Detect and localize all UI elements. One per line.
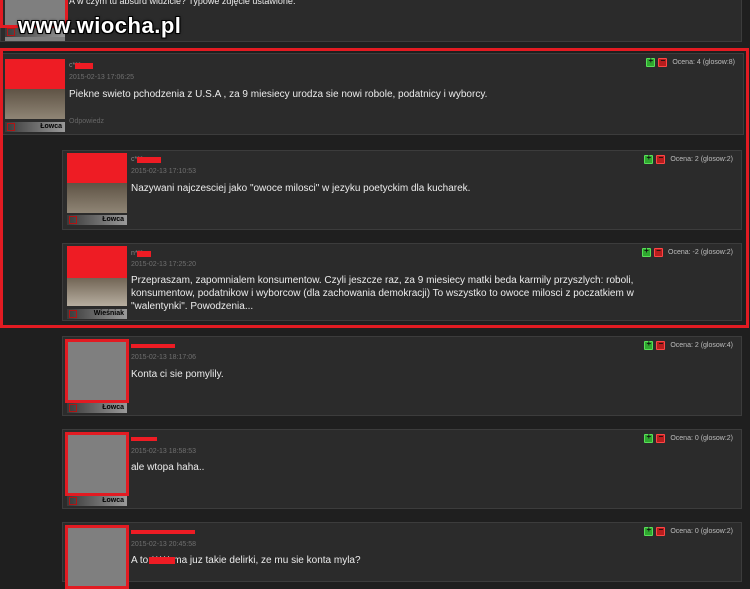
rank-badge: Łowca bbox=[67, 403, 127, 413]
comment-date: 2015-02-13 17:25:20 bbox=[131, 261, 196, 268]
author-redaction bbox=[75, 63, 93, 69]
avatar-frame-highlight bbox=[65, 339, 129, 403]
rank-badge: Łowca bbox=[5, 122, 65, 132]
comment-text: Piekne swieto pchodzenia z U.S.A , za 9 … bbox=[69, 89, 488, 100]
avatar-redaction bbox=[5, 59, 65, 89]
vote-up-button[interactable] bbox=[644, 432, 654, 443]
vote-up-button[interactable] bbox=[644, 153, 654, 164]
comment-text: ale wtopa haha.. bbox=[131, 462, 205, 473]
comment-5: Łowca 2015-02-13 18:58:53 ale wtopa haha… bbox=[62, 429, 742, 509]
vote-up-button[interactable] bbox=[644, 339, 654, 350]
vote-down-button[interactable] bbox=[656, 339, 666, 350]
score-text: Ocena: -2 (glosow:2) bbox=[668, 249, 733, 256]
vote-controls: Ocena: 0 (glosow:2) bbox=[644, 432, 733, 443]
vote-down-button[interactable] bbox=[656, 525, 666, 536]
comment-date: 2015-02-13 17:06:25 bbox=[69, 74, 134, 81]
author-redaction bbox=[131, 344, 175, 348]
rank-badge: Wieśniak bbox=[67, 309, 127, 319]
comment-text: Przepraszam, zapomnialem konsumentow. Cz… bbox=[131, 275, 634, 312]
vote-controls: Ocena: -2 (glosow:2) bbox=[642, 246, 733, 257]
vote-down-button[interactable] bbox=[658, 56, 668, 67]
author-redaction bbox=[137, 157, 161, 163]
comment-date: 2015-02-13 18:17:06 bbox=[131, 354, 196, 361]
comment-text: A w czym tu absurd widzicie? Typowe zdję… bbox=[69, 0, 296, 6]
score-text: Ocena: 0 (glosow:2) bbox=[670, 528, 733, 535]
rank-badge: Łowca bbox=[67, 215, 127, 225]
score-text: Ocena: 4 (glosow:8) bbox=[672, 59, 735, 66]
vote-controls: Ocena: 2 (glosow:2) bbox=[644, 153, 733, 164]
score-text: Ocena: 2 (glosow:2) bbox=[670, 156, 733, 163]
comment-6: 2015-02-13 20:45:58 A to ***** ma juz ta… bbox=[62, 522, 742, 589]
comment-date: 2015-02-13 17:10:53 bbox=[131, 168, 196, 175]
comment-text: Nazywani najczesciej jako "owoce milosci… bbox=[131, 183, 471, 194]
comment-2: Łowca c***a 2015-02-13 17:10:53 Nazywani… bbox=[62, 150, 742, 230]
comment-3: Wieśniak n***n 2015-02-13 17:25:20 Przep… bbox=[62, 243, 742, 321]
comment-text: Konta ci sie pomylily. bbox=[131, 369, 224, 380]
avatar-redaction bbox=[67, 153, 127, 183]
vote-controls: Ocena: 2 (glosow:4) bbox=[644, 339, 733, 350]
vote-down-button[interactable] bbox=[654, 246, 664, 257]
vote-up-button[interactable] bbox=[646, 56, 656, 67]
avatar-frame-highlight bbox=[65, 525, 129, 589]
vote-controls: Ocena: 0 (glosow:2) bbox=[644, 525, 733, 536]
comment-1: Łowca c***a 2015-02-13 17:06:25 Piekne s… bbox=[0, 53, 744, 135]
rank-badge: Łowca bbox=[67, 496, 127, 506]
comment-4: Łowca 2015-02-13 18:17:06 Konta ci sie p… bbox=[62, 336, 742, 416]
comment-date: 2015-02-13 20:45:58 bbox=[131, 541, 196, 548]
author-redaction bbox=[131, 437, 157, 441]
score-text: Ocena: 0 (glosow:2) bbox=[670, 435, 733, 442]
vote-down-button[interactable] bbox=[656, 153, 666, 164]
site-watermark: www.wiocha.pl bbox=[18, 13, 182, 38]
vote-up-button[interactable] bbox=[644, 525, 654, 536]
vote-controls: Ocena: 4 (glosow:8) bbox=[646, 56, 735, 67]
author-redaction bbox=[131, 530, 195, 534]
comment-date: 2015-02-13 18:58:53 bbox=[131, 448, 196, 455]
reply-link[interactable]: Odpowiedz bbox=[69, 118, 104, 125]
author-redaction bbox=[137, 251, 151, 257]
score-text: Ocena: 2 (glosow:4) bbox=[670, 342, 733, 349]
avatar-redaction bbox=[67, 246, 127, 278]
vote-up-button[interactable] bbox=[642, 246, 652, 257]
vote-down-button[interactable] bbox=[656, 432, 666, 443]
avatar-frame-highlight bbox=[65, 432, 129, 496]
